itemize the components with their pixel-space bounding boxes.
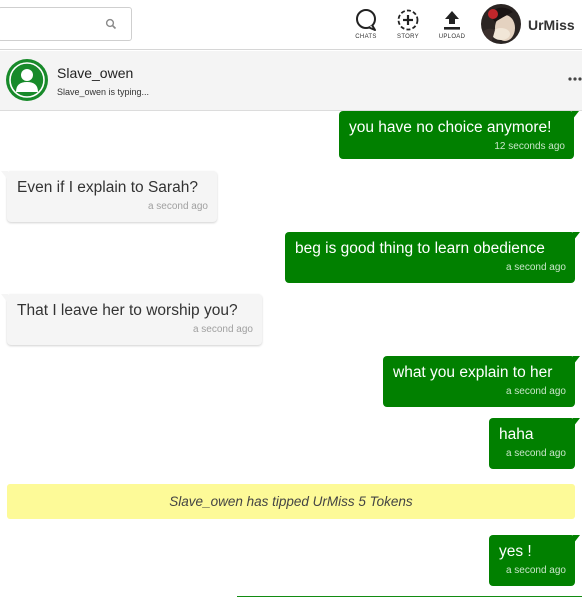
nav-chats-button[interactable]: CHATS <box>346 6 386 46</box>
message-text: what you explain to her <box>393 364 553 381</box>
message-time: a second ago <box>505 565 566 576</box>
typing-status: Slave_owen is typing... <box>57 87 150 97</box>
more-options-icon[interactable] <box>568 76 582 82</box>
incoming-message: Even if I explain to Sarah? a second ago <box>1 171 217 222</box>
search-box[interactable] <box>0 7 132 41</box>
default-user-icon <box>7 60 47 100</box>
top-bar: CHATS STORY UPLOAD UrMiss <box>0 0 582 50</box>
nav-story-label: STORY <box>397 34 419 40</box>
nav-chats-label: CHATS <box>355 34 377 40</box>
message-time: a second ago <box>147 201 208 212</box>
contact-name[interactable]: Slave_owen <box>57 65 133 81</box>
outgoing-message: what you explain to her a second ago <box>383 356 580 407</box>
user-avatar[interactable] <box>481 4 521 44</box>
message-text: you have no choice anymore! <box>349 119 552 136</box>
tip-notice: Slave_owen has tipped UrMiss 5 Tokens <box>7 484 575 519</box>
outgoing-message: beg is good thing to learn obedience a s… <box>285 232 580 283</box>
add-story-icon <box>397 9 419 31</box>
user-name[interactable]: UrMiss <box>528 17 575 33</box>
outgoing-message: you have no choice anymore! 12 seconds a… <box>339 111 579 159</box>
message-text: yes ! <box>499 543 532 560</box>
message-text: That I leave her to worship you? <box>17 302 238 319</box>
message-time: a second ago <box>505 386 566 397</box>
message-time: a second ago <box>192 324 253 335</box>
message-time: a second ago <box>505 262 566 273</box>
contact-avatar[interactable] <box>6 59 48 101</box>
message-list[interactable]: you have no choice anymore! 12 seconds a… <box>0 111 582 597</box>
nav-upload-label: UPLOAD <box>438 34 466 40</box>
outgoing-message: haha a second ago <box>489 418 580 469</box>
chat-bubble-icon <box>356 9 376 31</box>
message-text: haha <box>499 426 534 443</box>
message-time: a second ago <box>505 448 566 459</box>
search-icon[interactable] <box>105 18 117 30</box>
message-time: 12 seconds ago <box>494 141 565 152</box>
search-input[interactable] <box>5 14 97 34</box>
incoming-message: That I leave her to worship you? a secon… <box>1 294 262 345</box>
chat-header: Slave_owen Slave_owen is typing... <box>0 51 582 111</box>
outgoing-message: yes ! a second ago <box>489 535 580 586</box>
upload-icon <box>444 11 460 30</box>
nav-story-button[interactable]: STORY <box>388 6 428 46</box>
message-text: Even if I explain to Sarah? <box>17 179 198 196</box>
message-text: beg is good thing to learn obedience <box>295 240 545 257</box>
nav-upload-button[interactable]: UPLOAD <box>432 6 472 46</box>
